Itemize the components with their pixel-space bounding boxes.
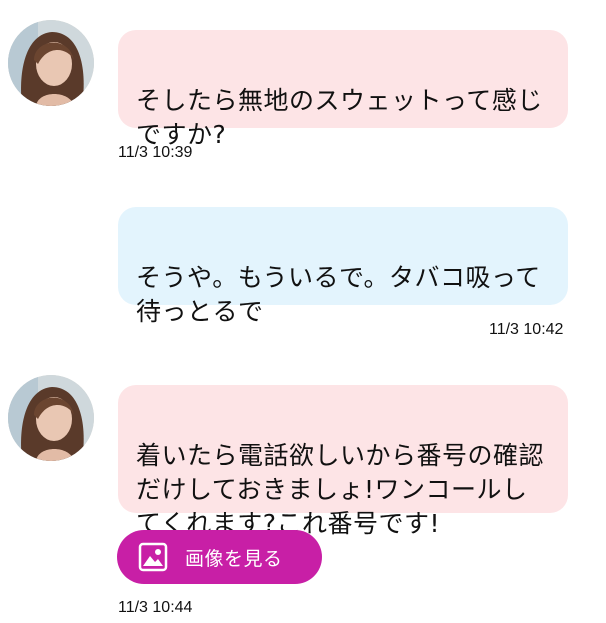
avatar-photo xyxy=(8,375,94,461)
message-bubble-incoming[interactable]: そしたら無地のスウェットって感じ ですか? xyxy=(118,30,568,149)
avatar[interactable] xyxy=(8,375,94,461)
message-text: 着いたら電話欲しいから番号の確認 だけしておきましょ!ワンコールし てくれます?… xyxy=(136,441,545,538)
view-image-label: 画像を見る xyxy=(185,547,283,570)
message-timestamp: 11/3 10:39 xyxy=(118,144,193,161)
image-icon xyxy=(137,541,169,573)
view-image-button[interactable]: 画像を見る xyxy=(117,530,322,584)
message-text: そうや。もういるで。タバコ吸って 待っとるで xyxy=(136,263,541,326)
message-bubble-incoming[interactable]: 着いたら電話欲しいから番号の確認 だけしておきましょ!ワンコールし てくれます?… xyxy=(118,385,568,538)
message-text: そしたら無地のスウェットって感じ ですか? xyxy=(136,86,543,149)
avatar-photo xyxy=(8,20,94,106)
message-timestamp: 11/3 10:44 xyxy=(118,599,193,616)
avatar[interactable] xyxy=(8,20,94,106)
message-bubble-outgoing[interactable]: そうや。もういるで。タバコ吸って 待っとるで xyxy=(118,207,568,326)
message-timestamp: 11/3 10:42 xyxy=(489,321,564,338)
